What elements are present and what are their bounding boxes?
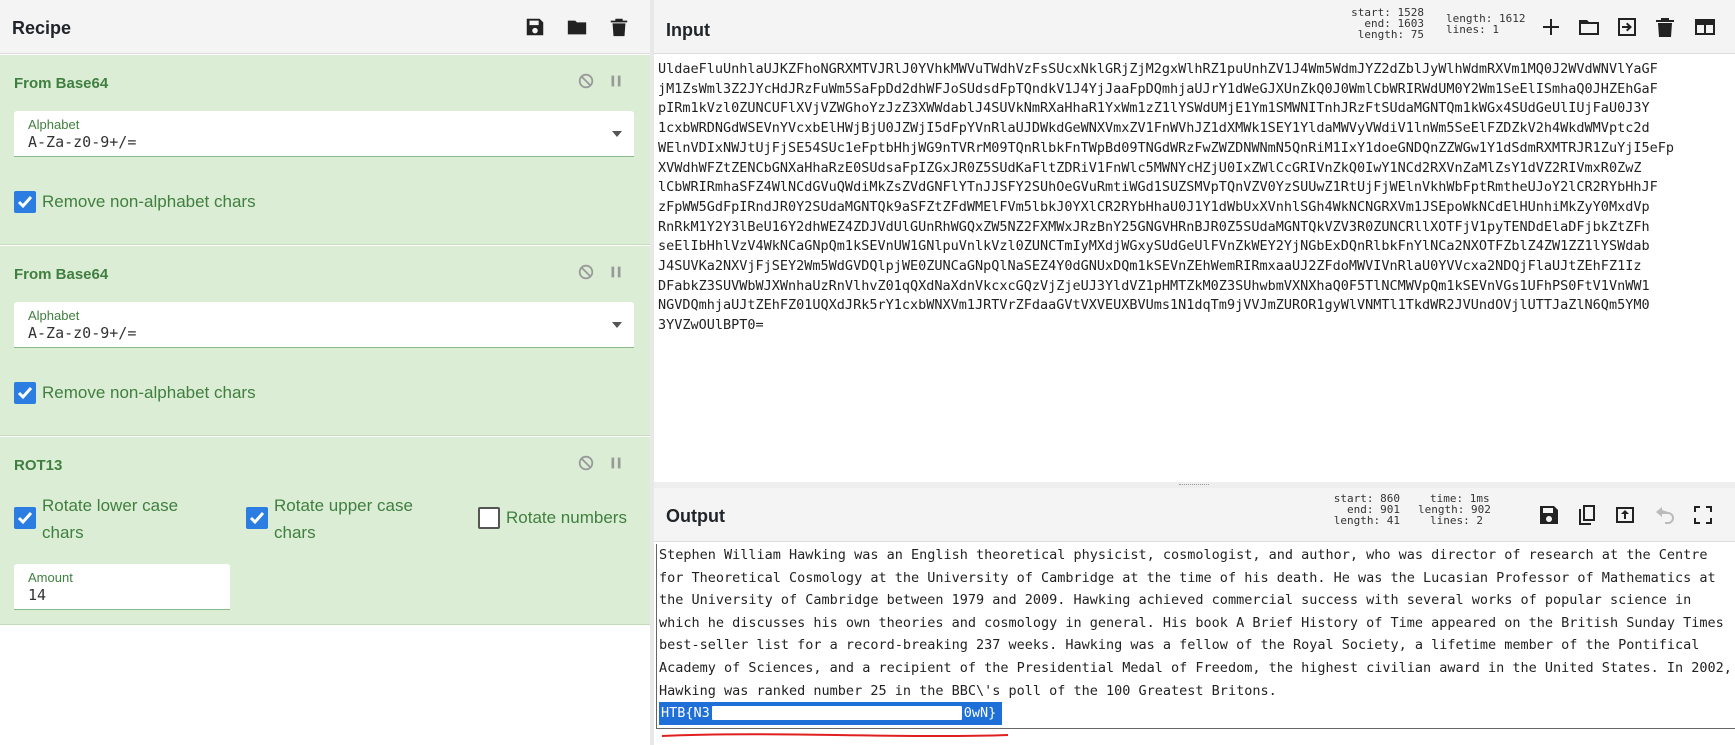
checkbox-unchecked-icon[interactable] xyxy=(478,507,500,529)
save-icon[interactable] xyxy=(1536,502,1562,528)
output-panel: Output start: 860 end: 901 length: 41 ti… xyxy=(654,488,1735,745)
folder-icon[interactable] xyxy=(564,14,590,40)
checkbox-checked-icon[interactable] xyxy=(246,507,268,529)
input-textarea[interactable]: UldaeFluUnhlaUJKZFhoNGRXMTVJRlJ0YVhkMWVu… xyxy=(658,60,1735,380)
rotate-upper-checkbox[interactable]: Rotate upper case chars xyxy=(246,495,446,546)
replace-input-icon[interactable] xyxy=(1612,502,1638,528)
recipe-title: Recipe xyxy=(12,18,72,38)
operation-from-base64-2: From Base64 Alphabet A-Za-z0-9+/= Remove… xyxy=(0,246,650,436)
input-line: pIRm1kVzl0ZUNCUFlXVjVZWGhoYzJzZ3XWWdablJ… xyxy=(658,100,1650,117)
alphabet-label: Alphabet xyxy=(28,308,80,323)
disable-icon[interactable] xyxy=(576,71,596,91)
input-line: XVWdhWFZtZENCbGNXaHhaRzE0SUdsaFpIZGxJR0Z… xyxy=(658,159,1642,176)
amount-label: Amount xyxy=(28,570,73,585)
checkbox-checked-icon[interactable] xyxy=(14,507,36,529)
pause-icon[interactable] xyxy=(606,453,626,473)
operation-title: From Base64 xyxy=(14,266,109,283)
checkbox-label: Rotate upper case chars xyxy=(274,496,413,542)
checkbox-label: Remove non-alphabet chars xyxy=(42,192,256,211)
input-panel: Input start: 1528 end: 1603 length: 75 l… xyxy=(654,0,1735,482)
input-line: NGVDQmhjaUJtZEhFZ01UQXdJRk5rY1cxbWNXVm1J… xyxy=(658,297,1650,314)
output-textarea[interactable]: Stephen William Hawking was an English t… xyxy=(656,544,1735,729)
red-underline-annotation xyxy=(661,733,1009,737)
layout-icon[interactable] xyxy=(1692,14,1718,40)
input-total-stats: length: 1612 lines: 1 xyxy=(1446,12,1526,36)
open-folder-icon[interactable] xyxy=(1576,14,1602,40)
remove-non-alphabet-checkbox[interactable]: Remove non-alphabet chars xyxy=(14,382,256,406)
output-selection-stats: start: 860 end: 901 length: 41 xyxy=(1333,492,1400,527)
alphabet-value: A-Za-z0-9+/= xyxy=(28,133,137,151)
output-header: Output start: 860 end: 901 length: 41 ti… xyxy=(654,488,1735,542)
disable-icon[interactable] xyxy=(576,262,596,282)
input-line: UldaeFluUnhlaUJKZFhoNGRXMTVJRlJ0YVhkMWVu… xyxy=(658,61,1658,77)
input-line: 1cxbWRDNGdWSEVnYVcxbElHWjBjU0JZWjI5dFpYV… xyxy=(658,120,1650,137)
operation-title: From Base64 xyxy=(14,75,109,92)
chevron-down-icon xyxy=(612,322,622,328)
input-title: Input xyxy=(666,20,710,40)
rotate-lower-checkbox[interactable]: Rotate lower case chars xyxy=(14,495,214,546)
trash-icon[interactable] xyxy=(606,14,632,40)
input-line: 3YVZwOUlBPT0= xyxy=(658,317,764,334)
amount-value: 14 xyxy=(28,586,47,604)
output-body-text: Stephen William Hawking was an English t… xyxy=(659,547,1732,699)
operation-title: ROT13 xyxy=(14,457,63,474)
amount-input[interactable]: Amount 14 xyxy=(14,564,230,610)
import-icon[interactable] xyxy=(1614,14,1640,40)
undo-icon[interactable] xyxy=(1652,502,1678,528)
input-line: RnRkM1Y2Y3lBeU16Y2dhWEZ4ZDJVdUlGUnRhWGQx… xyxy=(658,218,1650,235)
copy-icon[interactable] xyxy=(1574,502,1600,528)
chevron-down-icon xyxy=(612,131,622,137)
input-line: J4SUVKa2NXVjFjSEY2Wm5WdGVDQlpjWE0ZUNCaGN… xyxy=(658,258,1642,275)
alphabet-select[interactable]: Alphabet A-Za-z0-9+/= xyxy=(14,111,634,157)
checkbox-label: Remove non-alphabet chars xyxy=(42,383,256,402)
alphabet-value: A-Za-z0-9+/= xyxy=(28,324,137,342)
selected-flag-text[interactable]: HTB{N3 0wN} xyxy=(659,702,1003,725)
disable-icon[interactable] xyxy=(576,453,596,473)
trash-icon[interactable] xyxy=(1652,14,1678,40)
fullscreen-icon[interactable] xyxy=(1690,502,1716,528)
alphabet-label: Alphabet xyxy=(28,117,80,132)
pause-icon[interactable] xyxy=(606,71,626,91)
input-line: lCbWRIRmhaSFZ4WlNCdGVuQWdiMkZsZVdGNFlYTn… xyxy=(658,179,1658,196)
alphabet-select[interactable]: Alphabet A-Za-z0-9+/= xyxy=(14,302,634,348)
redaction-mask xyxy=(711,706,962,721)
operation-from-base64-1: From Base64 Alphabet A-Za-z0-9+/= Remove… xyxy=(0,55,650,245)
input-line: DFabkZ3SUVWbWJXWnhaUzRnVlhvZ01qQXdNaXdnV… xyxy=(658,277,1650,294)
recipe-header: Recipe xyxy=(0,0,650,54)
input-line: jM1ZsWml3Z2JYcHdJRzFuWm5SaFpDd2dhWFJoSUd… xyxy=(658,80,1658,97)
rotate-numbers-checkbox[interactable]: Rotate numbers xyxy=(478,507,627,531)
input-line: WElnVDIxNWJtUjFjSE54SUc1eFptbHhjWG9nTVRr… xyxy=(658,139,1674,156)
recipe-panel: Recipe From Base64 Alphabet A-Za-z0-9+/=… xyxy=(0,0,650,745)
checkbox-checked-icon[interactable] xyxy=(14,191,36,213)
checkbox-label: Rotate numbers xyxy=(506,508,627,527)
input-line: zFpWW5GdFpIRndJR0Y2SUdaMGNTQk9aSFZtZFdWM… xyxy=(658,198,1650,215)
checkbox-label: Rotate lower case chars xyxy=(42,496,179,542)
save-icon[interactable] xyxy=(522,14,548,40)
input-selection-stats: start: 1528 end: 1603 length: 75 xyxy=(1351,6,1424,41)
output-title: Output xyxy=(666,506,725,526)
checkbox-checked-icon[interactable] xyxy=(14,382,36,404)
remove-non-alphabet-checkbox[interactable]: Remove non-alphabet chars xyxy=(14,191,256,215)
pause-icon[interactable] xyxy=(606,262,626,282)
output-total-stats: time: 1ms length: 902 lines: 2 xyxy=(1418,492,1491,527)
plus-icon[interactable] xyxy=(1538,14,1564,40)
input-line: seElIbHhlVzV4WkNCaGNpQm1kSEVnUW1GNlpuVnl… xyxy=(658,238,1650,255)
input-header: Input start: 1528 end: 1603 length: 75 l… xyxy=(654,0,1735,54)
